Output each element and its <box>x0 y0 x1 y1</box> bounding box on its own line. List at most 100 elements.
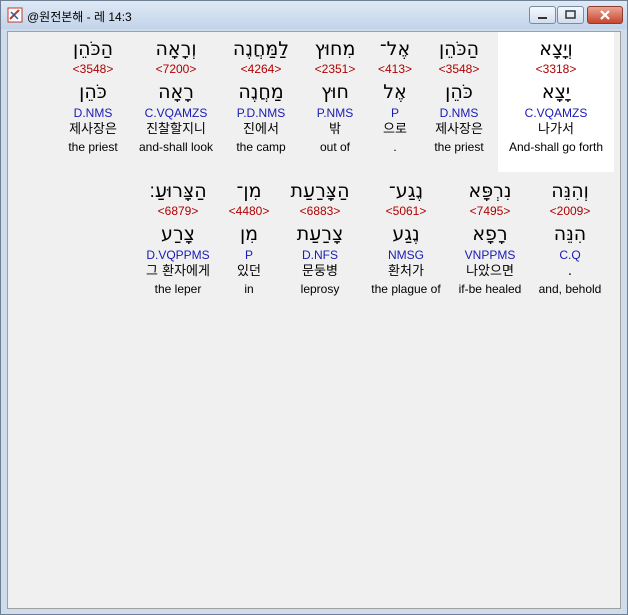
hebrew-word: וְהִנֵּה <box>551 180 589 202</box>
strong-number[interactable]: <2009> <box>532 204 608 219</box>
korean-gloss: 나았으면 <box>466 264 514 279</box>
minimize-icon <box>538 17 547 19</box>
close-button[interactable] <box>587 6 623 24</box>
lemma-word: יָצָא <box>541 81 571 103</box>
word-cell[interactable]: נִרְפָּא <7495> רָפָא VNPPMS 나았으면 if-be … <box>448 178 532 297</box>
strong-number[interactable]: <413> <box>365 62 425 77</box>
maximize-button[interactable] <box>557 6 584 24</box>
korean-gloss: 나가서 <box>538 122 574 137</box>
parse-code: C.Q <box>559 248 581 262</box>
word-cell[interactable]: מִחוּץ <2351> חוּץ P.NMS 밖 out of <box>295 36 375 155</box>
korean-gloss: 으로 <box>383 122 407 137</box>
app-window: @원전본해 - 레 14:3 הַכֹּהֵן <3548> כֹּהֵן D.… <box>0 0 628 615</box>
korean-gloss: 환처가 <box>388 264 424 279</box>
korean-gloss: 밖 <box>329 122 341 137</box>
hebrew-word: לַמַּחֲנֶה <box>232 38 290 60</box>
hebrew-word: וְיָצָא <box>539 38 573 60</box>
strong-number[interactable]: <6883> <box>280 204 360 219</box>
lemma-word: חוּץ <box>321 81 349 103</box>
word-cell[interactable]: מִן־ <4480> מִן P 있던 in <box>220 178 278 297</box>
english-gloss: and-shall look <box>138 140 214 154</box>
korean-gloss: 그 환자에게 <box>146 264 210 279</box>
strong-number[interactable]: <4480> <box>220 204 278 219</box>
hebrew-word: הַצָּרוּעַ׃ <box>149 180 207 202</box>
hebrew-word: וְרָאָה <box>155 38 197 60</box>
lemma-word: צָרַעַת <box>296 223 344 245</box>
parse-code: D.VQPPMS <box>146 248 210 262</box>
english-gloss: the plague of <box>371 282 441 296</box>
hebrew-word: מִן־ <box>236 180 262 202</box>
hebrew-word: הַצָּרַעַת <box>290 180 350 202</box>
parse-code: P.NMS <box>316 106 354 120</box>
lemma-word: רָפָא <box>472 223 508 245</box>
parse-code: P <box>244 248 253 262</box>
korean-gloss: 제사장은 <box>69 122 117 137</box>
parse-code: P <box>390 106 399 120</box>
strong-number[interactable]: <5061> <box>362 204 450 219</box>
hebrew-word: נֶגַע־ <box>388 180 424 202</box>
title-bar[interactable]: @원전본해 - 레 14:3 <box>1 1 627 29</box>
english-gloss: the leper <box>154 282 202 296</box>
lemma-word: כֹּהֵן <box>445 81 473 103</box>
word-cell[interactable]: הַכֹּהֵן <3548> כֹּהֵן D.NMS 제사장은 the pr… <box>418 36 500 155</box>
strong-number[interactable]: <3318> <box>498 62 614 77</box>
strong-number[interactable]: <2351> <box>295 62 375 77</box>
english-gloss: the priest <box>68 140 118 154</box>
parse-code: D.NMS <box>73 106 113 120</box>
lemma-word: נֶגַע <box>392 223 420 245</box>
word-cell[interactable]: וְהִנֵּה <2009> הִנֵּה C.Q . and, behold <box>532 178 608 297</box>
parse-code: C.VQAMZS <box>144 106 208 120</box>
korean-gloss: . <box>567 264 573 279</box>
korean-gloss: 진찰할지니 <box>146 122 206 137</box>
parse-code: C.VQAMZS <box>524 106 588 120</box>
parse-code: NMSG <box>388 248 424 262</box>
strong-number[interactable]: <7200> <box>131 62 221 77</box>
word-cell[interactable]: לַמַּחֲנֶה <4264> מַחֲנֶה P.D.NMS 진에서 th… <box>216 36 306 155</box>
lemma-word: כֹּהֵן <box>79 81 107 103</box>
word-cell[interactable]: נֶגַע־ <5061> נֶגַע NMSG 환처가 the plague … <box>362 178 450 297</box>
minimize-button[interactable] <box>529 6 556 24</box>
word-cell[interactable]: הַכֹּהֵן <3548> כֹּהֵן D.NMS 제사장은 the pr… <box>48 36 138 155</box>
english-gloss: the camp <box>236 140 286 154</box>
hebrew-word: אֶל־ <box>379 38 411 60</box>
korean-gloss: 제사장은 <box>435 122 483 137</box>
strong-number[interactable]: <6879> <box>130 204 226 219</box>
interlinear-panel[interactable]: הַכֹּהֵן <3548> כֹּהֵן D.NMS 제사장은 the pr… <box>7 31 621 609</box>
hebrew-word: הַכֹּהֵן <box>438 38 480 60</box>
lemma-word: הִנֵּה <box>553 223 587 245</box>
hebrew-word: הַכֹּהֵן <box>72 38 114 60</box>
strong-number[interactable]: <7495> <box>448 204 532 219</box>
strong-number[interactable]: <3548> <box>418 62 500 77</box>
english-gloss: in <box>244 282 254 296</box>
korean-gloss: 문둥병 <box>302 264 338 279</box>
word-cell[interactable]: הַצָּרוּעַ׃ <6879> צָרַע D.VQPPMS 그 환자에게… <box>130 178 226 297</box>
word-cell[interactable]: וְרָאָה <7200> רָאָה C.VQAMZS 진찰할지니 and-… <box>131 36 221 155</box>
english-gloss: leprosy <box>300 282 340 296</box>
english-gloss: out of <box>319 140 351 154</box>
lemma-word: צָרַע <box>161 223 195 245</box>
parse-code: D.NMS <box>439 106 479 120</box>
english-gloss: if-be healed <box>458 282 522 296</box>
korean-gloss: 있던 <box>237 264 261 279</box>
maximize-icon <box>565 10 576 19</box>
parse-code: VNPPMS <box>464 248 516 262</box>
parse-code: P.D.NMS <box>236 106 286 120</box>
english-gloss: the priest <box>434 140 484 154</box>
close-icon <box>600 10 610 20</box>
hebrew-word: מִחוּץ <box>314 38 356 60</box>
word-cell[interactable]: אֶל־ <413> אֶל P 으로 . <box>365 36 425 155</box>
lemma-word: רָאָה <box>158 81 194 103</box>
parse-code: D.NFS <box>302 248 338 262</box>
lemma-word: מִן <box>239 223 259 245</box>
word-cell[interactable]: הַצָּרַעַת <6883> צָרַעַת D.NFS 문둥병 lepr… <box>280 178 360 297</box>
word-cell-selected[interactable]: וְיָצָא <3318> יָצָא C.VQAMZS 나가서 And-sh… <box>498 32 614 172</box>
lemma-word: אֶל <box>383 81 407 103</box>
korean-gloss: 진에서 <box>243 122 279 137</box>
window-title: @원전본해 - 레 14:3 <box>27 10 132 24</box>
hebrew-word: נִרְפָּא <box>468 180 512 202</box>
english-gloss: And-shall go forth <box>508 140 604 154</box>
strong-number[interactable]: <4264> <box>216 62 306 77</box>
english-gloss: and, behold <box>538 282 602 296</box>
english-gloss: . <box>393 140 397 154</box>
strong-number[interactable]: <3548> <box>48 62 138 77</box>
